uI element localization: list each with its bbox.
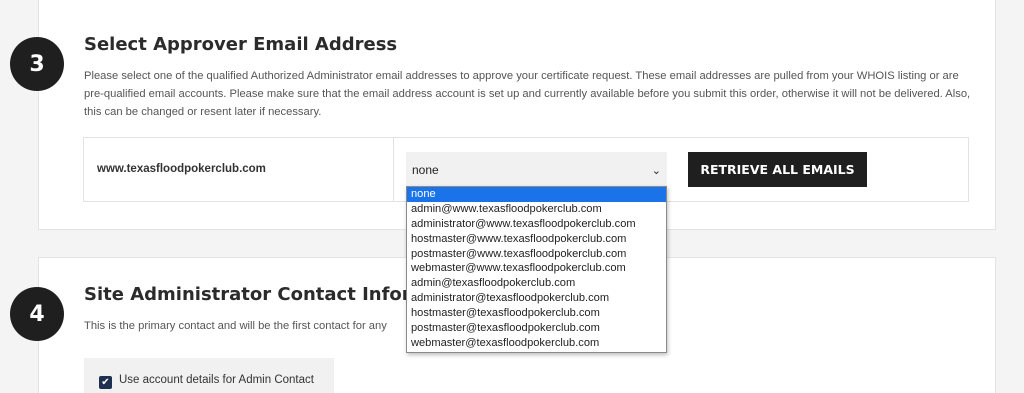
approver-email-select[interactable]: none ⌄ [406, 152, 667, 187]
admin-contact-title: Site Administrator Contact Informati [84, 284, 457, 305]
email-option[interactable]: webmaster@www.texasfloodpokerclub.com [407, 261, 666, 276]
domain-name-label: www.texasfloodpokerclub.com [97, 163, 266, 175]
step-3-badge: 3 [10, 37, 64, 91]
email-option[interactable]: administrator@texasfloodpokerclub.com [407, 291, 666, 306]
email-option[interactable]: none [407, 187, 666, 202]
use-account-details-label[interactable]: Use account details for Admin Contact [119, 374, 314, 386]
approver-email-title: Select Approver Email Address [84, 34, 398, 55]
email-option[interactable]: admin@texasfloodpokerclub.com [407, 276, 666, 291]
email-option[interactable]: administrator@www.texasfloodpokerclub.co… [407, 217, 666, 232]
retrieve-all-emails-button[interactable]: RETRIEVE ALL EMAILS [688, 152, 867, 187]
approver-email-selected-value: none [412, 162, 439, 177]
email-option[interactable]: hostmaster@texasfloodpokerclub.com [407, 306, 666, 321]
step-4-badge: 4 [10, 287, 64, 341]
domain-row-divider [393, 137, 394, 202]
approver-email-description: Please select one of the qualified Autho… [84, 70, 971, 118]
chevron-down-icon: ⌄ [651, 165, 661, 177]
email-option[interactable]: admin@www.texasfloodpokerclub.com [407, 202, 666, 217]
email-option[interactable]: webmaster@texasfloodpokerclub.com [407, 336, 666, 351]
email-option[interactable]: postmaster@www.texasfloodpokerclub.com [407, 247, 666, 262]
email-option[interactable]: postmaster@texasfloodpokerclub.com [407, 321, 666, 336]
approver-email-dropdown-list[interactable]: none admin@www.texasfloodpokerclub.com a… [406, 186, 667, 353]
check-icon: ✔ [101, 377, 110, 388]
email-option[interactable]: hostmaster@www.texasfloodpokerclub.com [407, 232, 666, 247]
use-account-details-checkbox[interactable]: ✔ [99, 376, 112, 389]
